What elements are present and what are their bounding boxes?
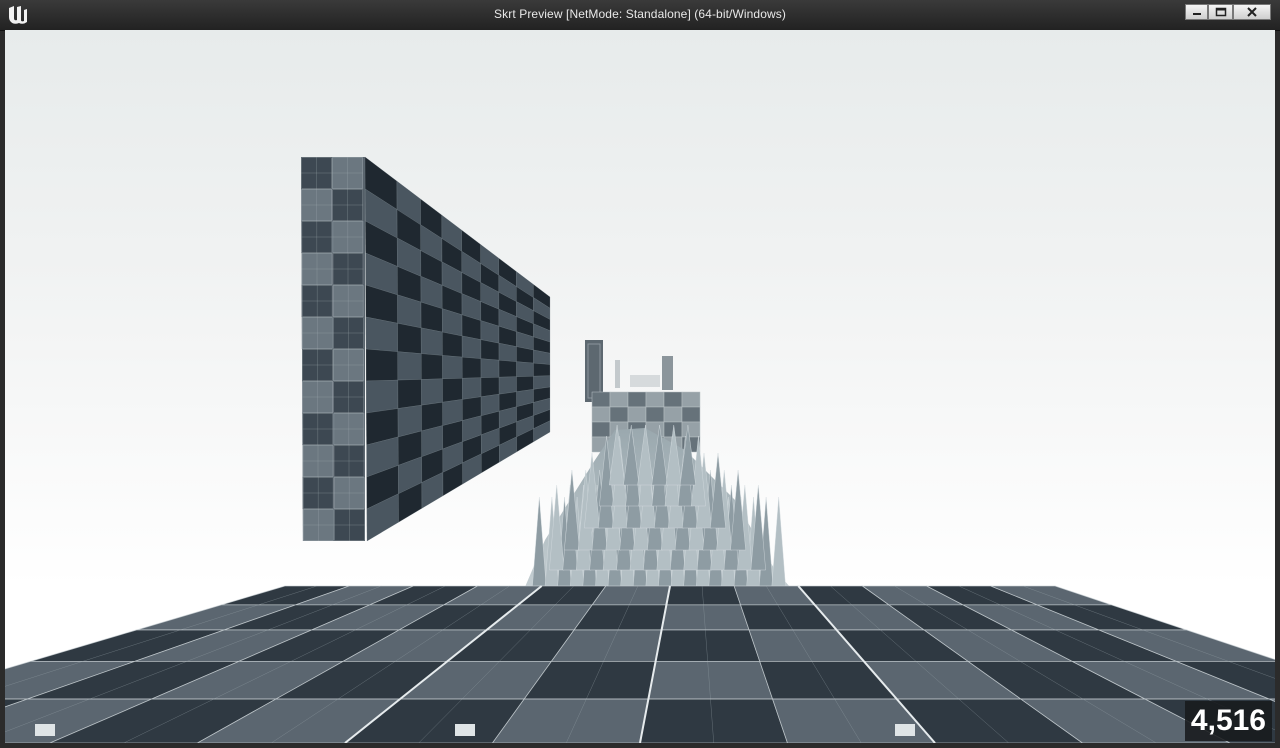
wall-side-cell	[498, 342, 517, 362]
tower-cell	[591, 391, 611, 408]
scene-3d	[5, 156, 1275, 743]
wall-side-cell	[480, 376, 500, 398]
tower-cell	[681, 421, 701, 438]
wall-side-cell	[461, 356, 482, 379]
wall-side-cell	[461, 335, 482, 359]
checker-floor	[5, 585, 1275, 743]
window-title: Skrt Preview [NetMode: Standalone] (64-b…	[494, 7, 786, 21]
title-bar[interactable]: Skrt Preview [NetMode: Standalone] (64-b…	[0, 0, 1280, 31]
wall-side-cell	[397, 379, 422, 409]
wall-side-cell	[442, 377, 463, 403]
wall-side-cell	[462, 377, 482, 400]
floor-cell	[655, 629, 761, 662]
tower-cell	[609, 391, 629, 408]
tower-cell	[627, 391, 647, 408]
wall-side-cell	[365, 379, 399, 414]
frame-counter: 4,516	[1184, 701, 1272, 741]
tower-cell	[681, 406, 701, 423]
tower-cell	[681, 391, 701, 408]
maximize-button[interactable]	[1208, 4, 1233, 20]
tower-cell	[663, 406, 683, 423]
floor-cell	[647, 660, 774, 700]
wall-side-cell	[365, 348, 399, 382]
floor-marker	[35, 724, 55, 736]
tower-cell	[645, 391, 665, 408]
wall-side-cell	[498, 359, 517, 378]
wall-side-cell	[516, 361, 534, 377]
tower-cell	[609, 406, 629, 423]
floor-cell	[661, 604, 750, 631]
tower-cell	[663, 391, 683, 408]
maximize-icon	[1215, 7, 1226, 17]
tower-cell	[591, 421, 611, 438]
wall-side-cell	[397, 322, 422, 354]
checker-wall	[301, 156, 551, 542]
floor-cell	[639, 698, 788, 743]
floor-marker	[455, 724, 475, 736]
wall-side-cell	[420, 327, 443, 356]
tower-cell	[627, 406, 647, 423]
close-button[interactable]	[1233, 4, 1271, 20]
wall-side-cell	[533, 362, 551, 377]
tower-cell	[645, 406, 665, 423]
spike-field	[525, 424, 790, 588]
wall-side-cell	[498, 376, 517, 395]
wall-side-cell	[480, 339, 500, 361]
spike	[771, 496, 786, 588]
game-viewport[interactable]: 4,516	[5, 30, 1275, 743]
tower-cell	[591, 406, 611, 423]
floor-cell	[591, 585, 671, 606]
wall-side-cell	[420, 353, 443, 380]
wall-side-cell	[421, 378, 443, 406]
wall-side-cell	[442, 331, 463, 358]
game-window: Skrt Preview [NetMode: Standalone] (64-b…	[0, 0, 1280, 748]
wall-side-cell	[480, 358, 500, 378]
wall-side-cell	[365, 316, 398, 352]
wall-side-cell	[442, 355, 463, 380]
floor-marker	[895, 724, 915, 736]
close-icon	[1247, 7, 1257, 17]
wall-side-cell	[397, 351, 422, 381]
minimize-button[interactable]	[1185, 4, 1208, 20]
wall-side-cell	[516, 375, 534, 393]
minimize-icon	[1192, 13, 1201, 15]
